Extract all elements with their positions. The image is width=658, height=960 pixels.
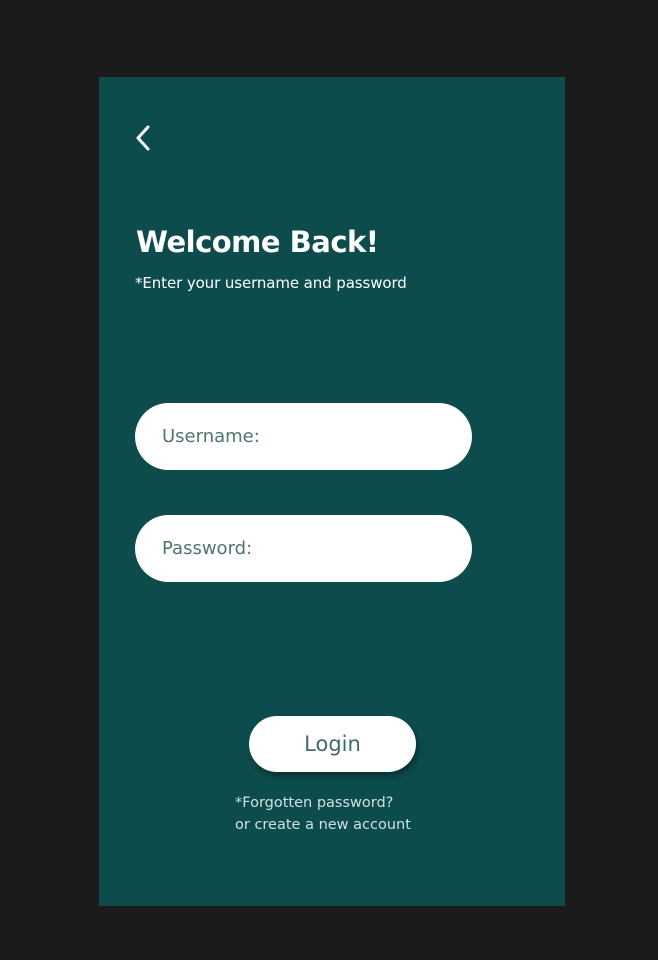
page-subtitle: *Enter your username and password [135,274,407,292]
password-field-container [135,515,472,582]
footer-links: *Forgotten password? or create a new acc… [235,792,411,836]
login-button[interactable]: Login [249,716,416,772]
username-field-container [135,403,472,470]
forgot-password-link[interactable]: *Forgotten password? [235,792,411,814]
password-input[interactable] [135,515,472,582]
username-input[interactable] [135,403,472,470]
back-button[interactable] [129,121,157,155]
create-account-link[interactable]: or create a new account [235,814,411,836]
chevron-left-icon [136,125,150,151]
login-screen: Welcome Back! *Enter your username and p… [99,77,565,906]
page-title: Welcome Back! [136,225,379,259]
